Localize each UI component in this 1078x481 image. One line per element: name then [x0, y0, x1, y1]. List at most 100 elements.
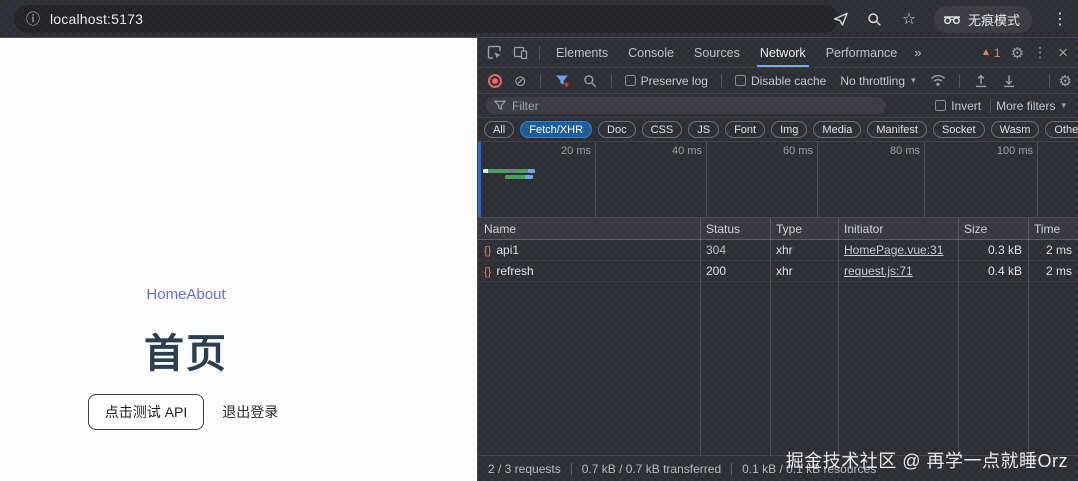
chip-js[interactable]: JS	[688, 121, 719, 138]
chip-media[interactable]: Media	[813, 121, 861, 138]
column-header-initiator[interactable]: Initiator	[838, 222, 958, 236]
column-header-size[interactable]: Size	[958, 222, 1028, 236]
send-to-device-icon[interactable]	[832, 10, 850, 28]
filter-funnel-icon[interactable]	[550, 70, 574, 92]
tab-console[interactable]: Console	[619, 38, 683, 67]
record-network-log-icon[interactable]	[488, 74, 502, 88]
chip-manifest[interactable]: Manifest	[867, 121, 927, 138]
logout-button[interactable]: 退出登录	[216, 395, 284, 429]
timeline-tick: 60 ms	[783, 145, 813, 157]
divider	[959, 74, 960, 88]
transferred-size: 0.7 kB / 0.7 kB transferred	[582, 462, 721, 476]
devtools-settings-icon[interactable]: ⚙	[1011, 44, 1024, 62]
omnibox[interactable]: ⓘ localhost:5173	[14, 5, 838, 33]
devtools-menu-icon[interactable]: ⋮	[1026, 44, 1054, 61]
table-row[interactable]: {}refresh 200 xhr request.js:71 0.4 kB 2…	[478, 261, 1078, 282]
issues-warning-badge[interactable]: ▲ 1	[981, 46, 1001, 60]
more-tabs-icon[interactable]: »	[908, 45, 927, 60]
devtools-close-icon[interactable]: ×	[1056, 43, 1074, 63]
request-initiator: request.js:71	[838, 264, 958, 278]
request-status: 304	[700, 243, 770, 257]
browser-menu-icon[interactable]: ⋮	[1048, 9, 1072, 29]
chip-img[interactable]: Img	[771, 121, 807, 138]
waterfall-bar	[505, 175, 533, 179]
network-status-bar: 2 / 3 requests 0.7 kB / 0.7 kB transferr…	[478, 455, 1078, 481]
incognito-label: 无痕模式	[968, 10, 1020, 29]
bookmark-star-icon[interactable]: ☆	[900, 10, 918, 28]
table-row[interactable]: {}api1 304 xhr HomePage.vue:31 0.3 kB 2 …	[478, 240, 1078, 261]
checkbox-icon	[935, 100, 946, 111]
device-toolbar-icon[interactable]	[508, 42, 532, 64]
chip-font[interactable]: Font	[725, 121, 765, 138]
nav-link-about[interactable]: About	[186, 286, 225, 303]
initiator-link[interactable]: HomePage.vue:31	[844, 243, 943, 257]
request-name: {}refresh	[478, 264, 700, 278]
preserve-log-checkbox[interactable]: Preserve log	[625, 74, 708, 88]
column-header-time[interactable]: Time	[1028, 222, 1078, 236]
chip-css[interactable]: CSS	[642, 121, 683, 138]
chip-socket[interactable]: Socket	[933, 121, 985, 138]
tab-sources[interactable]: Sources	[685, 38, 749, 67]
page-title: 首页	[0, 321, 372, 379]
search-icon[interactable]	[866, 10, 884, 28]
throttling-select[interactable]: No throttling ▾	[840, 74, 915, 88]
clear-network-log-icon[interactable]: ⊘	[510, 72, 531, 90]
page-buttons: 点击测试 API 退出登录	[0, 394, 372, 430]
checkbox-icon	[625, 75, 636, 86]
timeline-tick: 80 ms	[890, 145, 920, 157]
network-settings-icon[interactable]: ⚙	[1059, 72, 1072, 90]
web-page: HomeAbout 首页 点击测试 API 退出登录	[0, 38, 478, 481]
invert-label: Invert	[951, 99, 981, 113]
tab-elements[interactable]: Elements	[547, 38, 617, 67]
request-time: 2 ms	[1028, 243, 1078, 257]
inspect-element-icon[interactable]	[482, 42, 506, 64]
site-info-icon[interactable]: ⓘ	[26, 9, 40, 29]
chip-other[interactable]: Other	[1045, 121, 1078, 138]
search-network-icon[interactable]	[578, 70, 602, 92]
test-api-button[interactable]: 点击测试 API	[88, 394, 204, 430]
timeline-tick: 20 ms	[561, 145, 591, 157]
invert-checkbox[interactable]: Invert	[935, 99, 981, 113]
chip-all[interactable]: All	[484, 121, 514, 138]
divider	[990, 99, 991, 113]
filter-field[interactable]	[486, 97, 886, 114]
divider	[1049, 74, 1050, 88]
divider	[721, 74, 722, 88]
request-status: 200	[700, 264, 770, 278]
request-type: xhr	[770, 264, 838, 278]
request-name-text: refresh	[496, 264, 533, 278]
divider	[611, 74, 612, 88]
timeline-tick: 100 ms	[997, 145, 1033, 157]
chip-doc[interactable]: Doc	[598, 121, 636, 138]
throttling-value: No throttling	[840, 74, 905, 88]
import-har-icon[interactable]	[969, 70, 993, 92]
tab-network[interactable]: Network	[751, 38, 815, 67]
column-header-name[interactable]: Name	[478, 222, 700, 236]
chevron-down-icon: ▾	[1061, 100, 1066, 111]
initiator-link[interactable]: request.js:71	[844, 264, 913, 278]
export-har-icon[interactable]	[997, 70, 1021, 92]
network-conditions-icon[interactable]	[926, 70, 950, 92]
network-filter-row: Invert More filters ▾	[478, 94, 1078, 118]
divider	[540, 74, 541, 88]
browser-address-bar: ⓘ localhost:5173 ☆ 无痕模式 ⋮	[0, 0, 1078, 38]
chip-fetch-xhr[interactable]: Fetch/XHR	[520, 121, 592, 138]
nav-link-home[interactable]: Home	[146, 286, 186, 303]
request-name-text: api1	[496, 243, 519, 257]
requests-count: 2 / 3 requests	[488, 462, 561, 476]
tab-performance[interactable]: Performance	[817, 38, 907, 67]
chip-wasm[interactable]: Wasm	[991, 121, 1040, 138]
more-filters-dropdown[interactable]: More filters ▾	[996, 99, 1066, 113]
divider	[539, 46, 540, 60]
url-text[interactable]: localhost:5173	[50, 11, 143, 27]
network-overview-timeline[interactable]: 20 ms 40 ms 60 ms 80 ms 100 ms	[478, 142, 1078, 218]
column-header-type[interactable]: Type	[770, 222, 838, 236]
xhr-braces-icon: {}	[484, 245, 491, 257]
disable-cache-checkbox[interactable]: Disable cache	[735, 74, 826, 88]
request-size: 0.3 kB	[958, 243, 1028, 257]
more-filters-label: More filters	[996, 99, 1055, 113]
column-header-status[interactable]: Status	[700, 222, 770, 236]
filter-input[interactable]	[512, 99, 878, 113]
waterfall-bar	[483, 169, 535, 173]
requests-table: Name Status Type Initiator Size Time {} a…	[478, 218, 1078, 455]
